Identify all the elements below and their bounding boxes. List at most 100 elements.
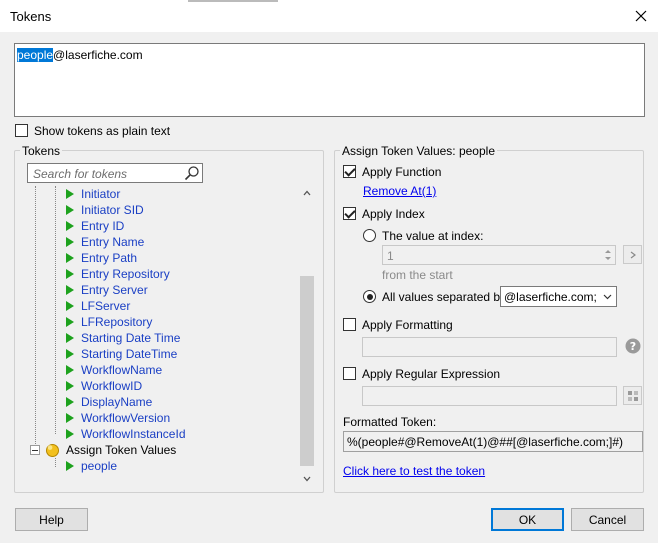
tree-item-label: Entry Path (81, 251, 138, 265)
all-values-label: All values separated by: (382, 290, 510, 304)
regex-input[interactable] (362, 386, 617, 406)
formatting-input[interactable] (362, 337, 617, 357)
tree-item[interactable]: LFRepository (66, 314, 152, 330)
ok-button[interactable]: OK (491, 508, 564, 531)
tree-item[interactable]: Entry Name (66, 234, 144, 250)
tree-item-assign-token-values[interactable]: Assign Token Values (66, 442, 176, 458)
tree-item-label: Initiator (81, 187, 121, 201)
token-icon (66, 237, 74, 247)
tree-item[interactable]: DisplayName (66, 394, 152, 410)
collapse-toggle[interactable] (30, 445, 40, 455)
index-value: 1 (387, 249, 394, 263)
token-icon (66, 221, 74, 231)
formatted-token-value: %(people#@RemoveAt(1)@##[@laserfiche.com… (347, 435, 623, 449)
tree-item[interactable]: LFServer (66, 298, 130, 314)
chevron-right-icon (630, 251, 636, 258)
tokens-group-legend: Tokens (20, 144, 63, 158)
tree-item-people[interactable]: people (66, 458, 117, 474)
tree-line-parent (55, 186, 56, 434)
tree-item-label: LFRepository (81, 315, 153, 329)
help-icon[interactable]: ? (625, 338, 641, 354)
show-plain-label: Show tokens as plain text (34, 124, 171, 138)
tree-item-label: Starting DateTime (81, 347, 178, 361)
tree-item-label: WorkflowInstanceId (81, 427, 186, 441)
index-go-button[interactable] (623, 245, 642, 264)
apply-index-label: Apply Index (362, 207, 425, 221)
tree-item[interactable]: Initiator SID (66, 202, 144, 218)
assign-token-icon (46, 444, 59, 457)
token-icon (66, 333, 74, 343)
tree-item[interactable]: Starting DateTime (66, 346, 177, 362)
tree-item[interactable]: Initiator (66, 186, 120, 202)
scroll-thumb[interactable] (300, 276, 314, 466)
apply-index-checkbox[interactable] (343, 207, 356, 220)
window-title: Tokens (10, 9, 52, 24)
close-icon (635, 10, 647, 22)
regex-builder-button[interactable] (623, 386, 642, 405)
tree-item-label: LFServer (81, 299, 131, 313)
token-icon (66, 317, 74, 327)
tree-item-label: Initiator SID (81, 203, 144, 217)
tree-item[interactable]: Entry Server (66, 282, 148, 298)
tree-item[interactable]: WorkflowVersion (66, 410, 170, 426)
test-token-link[interactable]: Click here to test the token (343, 464, 485, 478)
token-search-input[interactable]: Search for tokens (27, 163, 203, 183)
cancel-button[interactable]: Cancel (571, 508, 644, 531)
tree-scrollbar[interactable] (299, 186, 315, 488)
scroll-down-icon[interactable] (303, 476, 311, 482)
token-icon (66, 397, 74, 407)
token-icon (66, 381, 74, 391)
from-start-label: from the start (382, 268, 453, 282)
tree-item-label: Entry Name (81, 235, 145, 249)
tree-item[interactable]: Starting Date Time (66, 330, 180, 346)
apply-function-checkbox[interactable] (343, 165, 356, 178)
tree-item-label: Starting Date Time (81, 331, 181, 345)
value-at-index-radio[interactable] (363, 229, 376, 242)
svg-text:?: ? (630, 340, 636, 353)
token-icon (66, 365, 74, 375)
tree-item-label: Entry Server (81, 283, 148, 297)
tree-item[interactable]: WorkflowInstanceId (66, 426, 186, 442)
apply-regex-checkbox[interactable] (343, 367, 356, 380)
title-bar (0, 0, 658, 32)
regex-builder-icon (627, 390, 638, 401)
token-icon (66, 413, 74, 423)
function-link[interactable]: Remove At(1) (363, 184, 436, 198)
token-icon (66, 205, 74, 215)
scroll-up-icon[interactable] (303, 190, 311, 196)
tree-item-label: DisplayName (81, 395, 153, 409)
chevron-down-icon (603, 294, 612, 300)
all-values-radio[interactable] (363, 290, 376, 303)
tree-item[interactable]: WorkflowID (66, 378, 142, 394)
help-button[interactable]: Help (15, 508, 88, 531)
tree-item-label: people (81, 459, 118, 473)
formatted-token-label: Formatted Token: (343, 415, 437, 429)
apply-formatting-label: Apply Formatting (362, 318, 453, 332)
formatted-token-field[interactable]: %(people#@RemoveAt(1)@##[@laserfiche.com… (343, 431, 643, 452)
token-icon (66, 301, 74, 311)
tree-item[interactable]: WorkflowName (66, 362, 162, 378)
show-plain-checkbox[interactable] (15, 124, 28, 137)
tree-line-root (35, 186, 36, 450)
close-button[interactable] (628, 4, 654, 28)
tree-item-label: WorkflowVersion (81, 411, 171, 425)
selected-token-text: people (17, 48, 54, 62)
separator-select[interactable]: @laserfiche.com; (500, 286, 617, 307)
apply-function-label: Apply Function (362, 165, 442, 179)
token-icon (66, 269, 74, 279)
index-stepper[interactable]: 1 (382, 245, 616, 265)
tree-item[interactable]: Entry Repository (66, 266, 170, 282)
token-editor[interactable]: people@laserfiche.com (14, 43, 645, 117)
tree-item-label: Assign Token Values (66, 443, 177, 457)
token-icon (66, 349, 74, 359)
tree-item[interactable]: Entry Path (66, 250, 137, 266)
tree-item[interactable]: Entry ID (66, 218, 124, 234)
stepper-arrows-icon[interactable] (604, 248, 612, 262)
token-icon (66, 461, 74, 471)
search-icon[interactable] (184, 165, 200, 181)
apply-formatting-checkbox[interactable] (343, 318, 356, 331)
token-tree[interactable]: Initiator Initiator SID Entry ID Entry Name… (22, 186, 299, 488)
tree-line-child (55, 458, 56, 467)
token-icon (66, 253, 74, 263)
token-icon (66, 285, 74, 295)
